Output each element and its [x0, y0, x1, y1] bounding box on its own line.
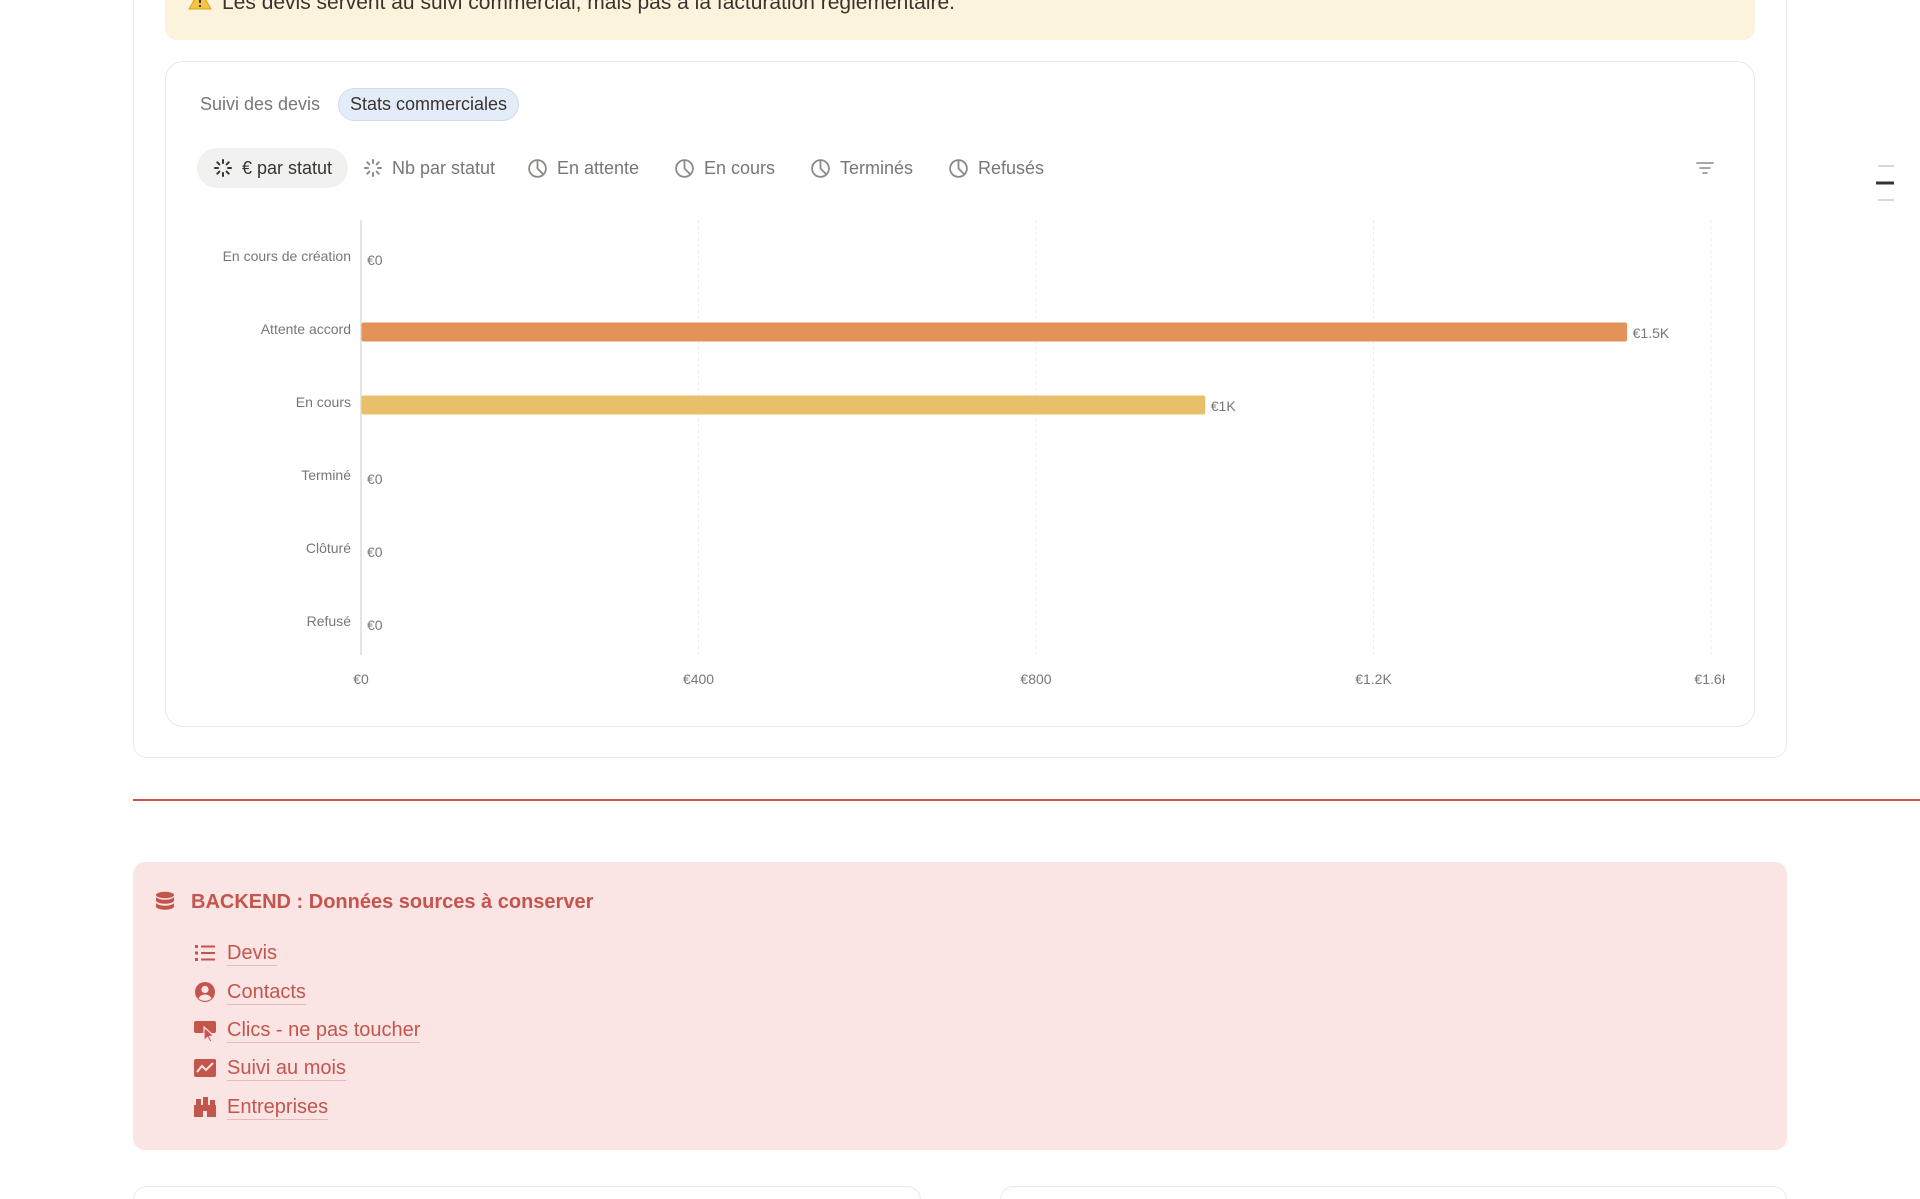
bar-value-label: €0 — [367, 471, 383, 487]
link-clics[interactable]: Clics - ne pas toucher — [193, 1015, 421, 1045]
building-icon — [194, 1097, 216, 1117]
user-circle-icon — [195, 982, 215, 1002]
pie-chart-icon — [528, 158, 547, 178]
chip-refuses[interactable]: Refusés — [948, 148, 1044, 188]
chip-termines[interactable]: Terminés — [810, 148, 913, 188]
x-tick-label: €800 — [1020, 671, 1051, 687]
bar-value-label: €1K — [1211, 398, 1237, 414]
chart-grid — [360, 220, 1712, 655]
bar-value-label: €0 — [367, 617, 383, 633]
chip-label: En cours — [704, 158, 776, 178]
link-label[interactable]: Entreprises — [227, 1095, 329, 1120]
link-suivi-au-mois[interactable]: Suivi au mois — [193, 1053, 346, 1083]
x-tick-label: €1.6K — [1694, 671, 1725, 687]
section-divider — [133, 799, 1920, 801]
backend-title: BACKEND : Données sources à conserver — [191, 891, 594, 913]
bottom-card-left — [133, 1186, 921, 1199]
chart-bars — [361, 322, 1628, 415]
chip-label: Nb par statut — [392, 158, 496, 178]
tab-suivi-des-devis[interactable]: Suivi des devis — [189, 88, 331, 121]
link-label[interactable]: Devis — [227, 941, 278, 966]
y-category-label: Attente accord — [261, 321, 351, 337]
x-tick-label: €400 — [683, 671, 714, 687]
chart-category-labels: En cours de création Attente accord En cou… — [223, 248, 352, 629]
pie-chart-icon — [675, 158, 694, 178]
pointer-click-icon — [194, 1021, 216, 1042]
warning-text: Les devis servent au suivi commercial, m… — [222, 0, 955, 14]
chip-eur-par-statut[interactable]: € par statut — [197, 148, 349, 188]
bar-value-label: €0 — [367, 252, 383, 268]
bar-value-label: €0 — [367, 544, 383, 560]
warning-icon — [188, 0, 212, 10]
link-contacts[interactable]: Contacts — [193, 977, 306, 1007]
chip-en-attente[interactable]: En attente — [527, 148, 639, 188]
bar — [361, 395, 1206, 415]
y-category-label: En cours de création — [223, 248, 351, 264]
chart-x-tick-labels: €0 €400 €800 €1.2K €1.6K — [353, 671, 1725, 687]
link-label[interactable]: Suivi au mois — [227, 1056, 346, 1081]
chip-label: € par statut — [242, 158, 333, 178]
loader-icon — [214, 159, 232, 177]
list-icon — [195, 945, 215, 961]
y-category-label: En cours — [296, 394, 351, 410]
bottom-card-right — [1000, 1186, 1787, 1199]
outline-toggle-icon[interactable] — [1874, 160, 1896, 206]
bar — [361, 322, 1628, 342]
trend-chart-icon — [194, 1059, 216, 1077]
chip-nb-par-statut[interactable]: Nb par statut — [363, 148, 495, 188]
chip-en-cours[interactable]: En cours — [674, 148, 775, 188]
tab-stats-commerciales[interactable]: Stats commerciales — [338, 88, 520, 121]
chip-label: Terminés — [840, 158, 914, 178]
filter-icon[interactable] — [1695, 158, 1715, 178]
pie-chart-icon — [949, 158, 968, 178]
x-tick-label: €1.2K — [1355, 671, 1392, 687]
link-label[interactable]: Clics - ne pas toucher — [227, 1018, 421, 1043]
link-label[interactable]: Contacts — [227, 980, 306, 1005]
loader-icon — [364, 159, 382, 177]
chip-label: Refusés — [978, 158, 1045, 178]
y-category-label: Terminé — [301, 467, 351, 483]
link-devis[interactable]: Devis — [193, 938, 278, 968]
y-category-label: Clôturé — [306, 540, 351, 556]
chart-value-labels: €0 €1.5K €1K €0 €0 €0 — [367, 252, 1670, 633]
link-entreprises[interactable]: Entreprises — [193, 1092, 329, 1122]
bar-chart: En cours de création Attente accord En cou… — [223, 220, 1725, 687]
bar-value-label: €1.5K — [1633, 325, 1670, 341]
database-icon — [156, 891, 174, 910]
chip-label: En attente — [557, 158, 640, 178]
y-category-label: Refusé — [307, 613, 352, 629]
pie-chart-icon — [811, 158, 830, 178]
x-tick-label: €0 — [353, 671, 369, 687]
